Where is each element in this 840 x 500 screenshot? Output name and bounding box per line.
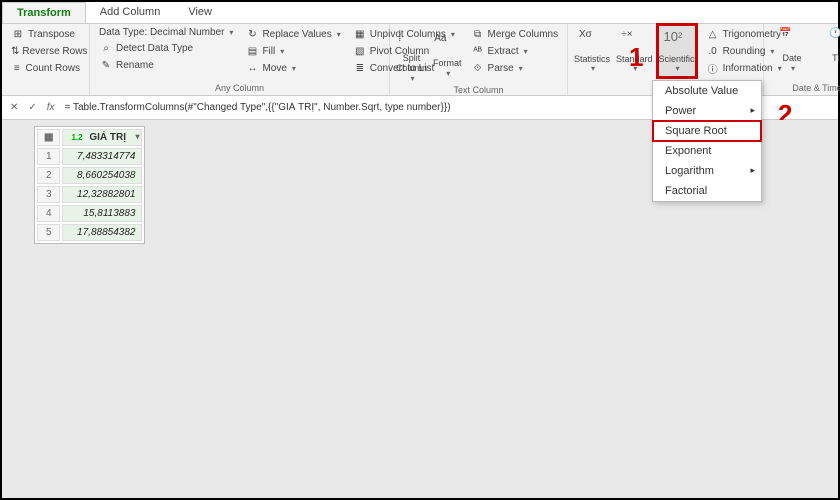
format-icon: Aa [434,33,460,59]
unpivot-icon: ▦ [353,27,367,41]
scientific-menu: Absolute Value Power Square Root Exponen… [652,80,762,202]
menu-absolute-value[interactable]: Absolute Value [653,81,761,101]
fx-icon: fx [47,102,55,113]
replace-icon: ↻ [245,27,259,41]
scientific-button[interactable]: 10²Scientific [659,26,695,76]
fill-icon: ▤ [245,44,259,58]
replace-values-button[interactable]: ↻Replace Values [242,26,343,42]
menu-exponent[interactable]: Exponent [653,141,761,161]
transpose-button[interactable]: ⊞Transpose [8,26,83,42]
tab-bar: Transform Add Column View [2,2,838,24]
extract-icon: ᴬᴮ [471,44,485,58]
count-rows-button[interactable]: ≡Count Rows [8,60,83,76]
split-icon: ⸽ [399,28,425,54]
move-button[interactable]: ↔Move [242,60,343,76]
menu-factorial[interactable]: Factorial [653,181,761,201]
data-table[interactable]: ▦ 1.2 GIÁ TRỊ ▾ 17,483314774 28,66025403… [34,126,145,244]
merge-icon: ⧉ [471,27,485,41]
reverse-icon: ⇅ [11,44,19,58]
accept-formula-icon[interactable]: ✓ [28,102,36,113]
table-row[interactable]: 28,660254038 [37,167,142,184]
info-icon: ⓘ [706,61,720,75]
menu-logarithm[interactable]: Logarithm [653,161,761,181]
select-all-cell[interactable]: ▦ [37,129,60,146]
group-label-textcol: Text Column [396,85,561,97]
rename-button[interactable]: ✎Rename [96,57,236,73]
time-button[interactable]: 🕐Time [820,26,840,75]
date-button[interactable]: 📅Date [770,26,814,75]
stats-icon: Xσ [579,29,605,55]
column-header-gia-tri[interactable]: 1.2 GIÁ TRỊ ▾ [62,129,142,146]
parse-icon: ⟐ [471,61,485,75]
round-icon: .0 [706,44,720,58]
scientific-icon: 10² [664,29,690,55]
column-name: GIÁ TRỊ [89,132,126,143]
trig-icon: △ [706,27,720,41]
annotation-1: 1 [629,42,643,73]
split-column-button[interactable]: ⸽Split Column [396,26,427,85]
data-type-button[interactable]: Data Type: Decimal Number [96,26,236,39]
pivot-icon: ▧ [353,44,367,58]
merge-columns-button[interactable]: ⧉Merge Columns [468,26,562,42]
detect-type-button[interactable]: ⌕Detect Data Type [96,40,236,56]
table-row[interactable]: 312,32882801 [37,186,142,203]
statistics-button[interactable]: XσStatistics [574,26,610,76]
detect-icon: ⌕ [99,41,113,55]
tab-view[interactable]: View [174,2,226,23]
reverse-rows-button[interactable]: ⇅Reverse Rows [8,43,83,59]
table-row[interactable]: 415,8113883 [37,205,142,222]
group-label-datetime: Date & Time [770,83,840,95]
menu-square-root[interactable]: Square Root [653,121,761,141]
format-button[interactable]: AaFormat [433,26,462,85]
table-row[interactable]: 517,88854382 [37,224,142,241]
transpose-icon: ⊞ [11,27,25,41]
time-icon: 🕐 [829,28,840,54]
tab-transform[interactable]: Transform [2,2,86,23]
group-any-column: Data Type: Decimal Number ⌕Detect Data T… [90,24,390,95]
tab-add-column[interactable]: Add Column [86,2,175,23]
rename-icon: ✎ [99,58,113,72]
extract-button[interactable]: ᴬᴮExtract [468,43,562,59]
count-icon: ≡ [11,61,23,75]
group-label-anycol: Any Column [96,83,383,95]
move-icon: ↔ [245,61,259,75]
filter-icon[interactable]: ▾ [135,132,139,141]
decimal-type-icon: 1.2 [71,133,82,142]
fill-button[interactable]: ▤Fill [242,43,343,59]
table-row[interactable]: 17,483314774 [37,148,142,165]
parse-button[interactable]: ⟐Parse [468,60,562,76]
group-datetime: 📅Date 🕐Time Date & Time [764,24,840,95]
ribbon: ⊞Transpose ⇅Reverse Rows ≡Count Rows Dat… [2,24,838,96]
list-icon: ≣ [353,61,367,75]
group-table: ⊞Transpose ⇅Reverse Rows ≡Count Rows [2,24,90,95]
menu-power[interactable]: Power [653,101,761,121]
date-icon: 📅 [779,28,805,54]
close-formula-icon[interactable]: ✕ [10,102,18,113]
group-text-column: ⸽Split Column AaFormat ⧉Merge Columns ᴬᴮ… [390,24,568,95]
